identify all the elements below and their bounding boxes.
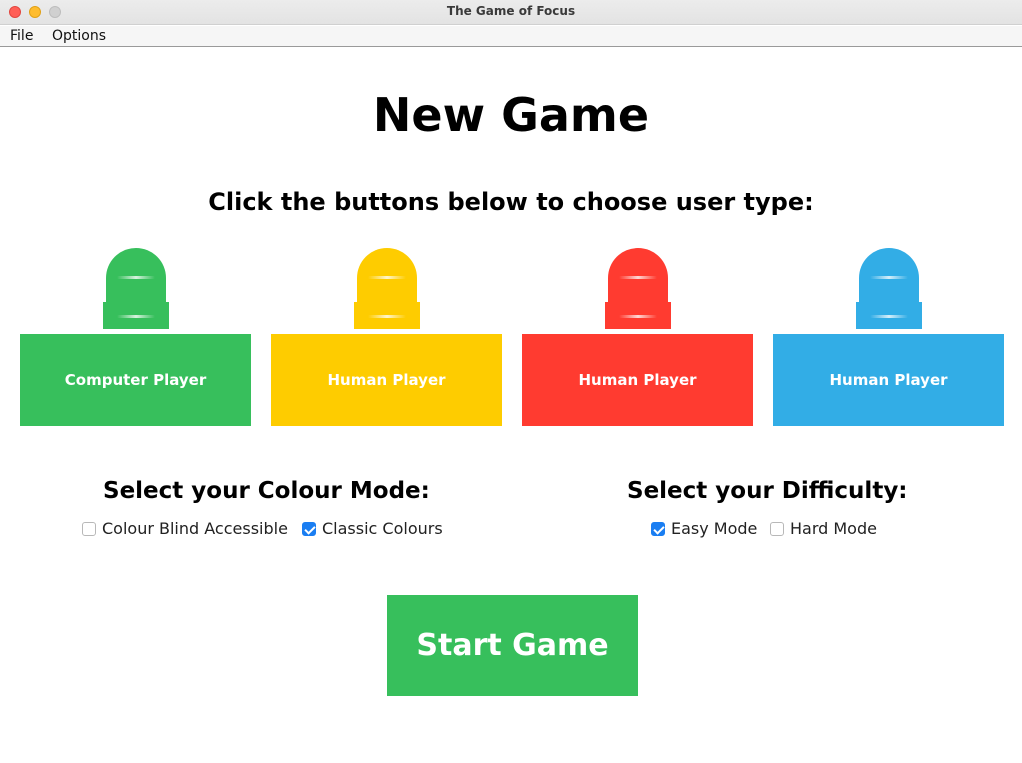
classic-colours-checkbox[interactable]: Classic Colours: [302, 519, 443, 538]
checkbox-box[interactable]: [302, 521, 316, 536]
page-subtitle: Click the buttons below to choose user t…: [208, 188, 814, 216]
difficulty-heading: Select your Difficulty:: [627, 478, 908, 504]
checkbox-label: Easy Mode: [671, 519, 758, 538]
checkbox-box[interactable]: [770, 521, 784, 536]
easy-mode-checkbox[interactable]: Easy Mode: [651, 519, 757, 538]
pawn-icon: [103, 248, 169, 329]
pawn-icon: [856, 248, 922, 329]
pawn-icon: [354, 248, 420, 329]
player-1-type-button[interactable]: Computer Player: [20, 334, 251, 426]
player-2-type-button[interactable]: Human Player: [271, 334, 502, 426]
title-bar: The Game of Focus: [0, 0, 1022, 25]
player-4-type-button[interactable]: Human Player: [773, 334, 1004, 426]
window-title: The Game of Focus: [446, 4, 576, 18]
menu-options[interactable]: Options: [52, 28, 106, 44]
checkbox-label: Hard Mode: [790, 519, 877, 538]
player-slot-2: Human Player: [271, 248, 502, 426]
colour-mode-heading: Select your Colour Mode:: [103, 478, 430, 504]
checkbox-label: Colour Blind Accessible: [102, 519, 288, 538]
colour-blind-checkbox[interactable]: Colour Blind Accessible: [82, 519, 288, 538]
checkbox-box[interactable]: [651, 521, 665, 536]
checkbox-label: Classic Colours: [322, 519, 443, 538]
hard-mode-checkbox[interactable]: Hard Mode: [770, 519, 877, 538]
checkbox-box[interactable]: [82, 521, 96, 536]
player-slot-1: Computer Player: [20, 248, 251, 426]
pawn-icon: [605, 248, 671, 329]
page-title: New Game: [372, 88, 650, 142]
menu-bar: File Options: [0, 26, 1022, 47]
player-slot-4: Human Player: [773, 248, 1004, 426]
player-3-type-button[interactable]: Human Player: [522, 334, 753, 426]
start-game-button[interactable]: Start Game: [387, 595, 638, 696]
player-slot-3: Human Player: [522, 248, 753, 426]
menu-file[interactable]: File: [10, 28, 33, 44]
